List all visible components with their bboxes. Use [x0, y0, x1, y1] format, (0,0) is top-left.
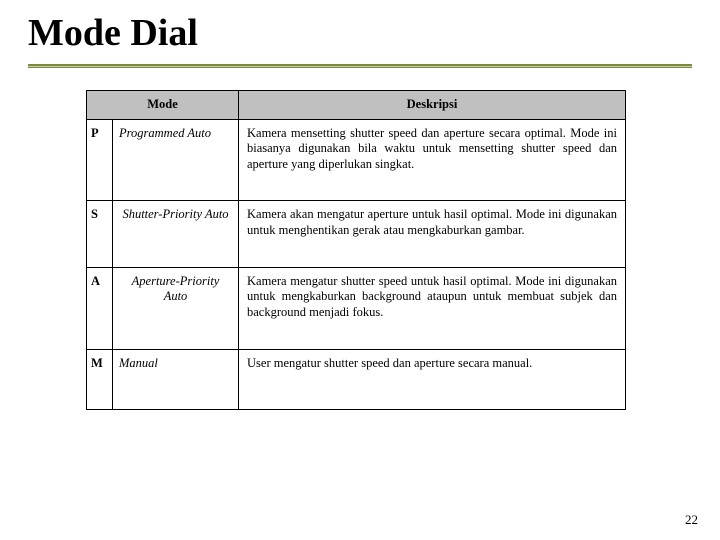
title-rule [28, 64, 692, 68]
table-row: S Shutter-Priority Auto Kamera akan meng… [87, 201, 626, 267]
mode-code: P [87, 119, 113, 201]
mode-name: Programmed Auto [113, 119, 239, 201]
mode-desc: User mengatur shutter speed dan aperture… [239, 349, 626, 410]
mode-desc: Kamera mengatur shutter speed untuk hasi… [239, 267, 626, 349]
header-mode: Mode [87, 90, 239, 119]
mode-code: S [87, 201, 113, 267]
header-deskripsi: Deskripsi [239, 90, 626, 119]
mode-name: Aperture-Priority Auto [113, 267, 239, 349]
mode-name: Shutter-Priority Auto [113, 201, 239, 267]
table-row: M Manual User mengatur shutter speed dan… [87, 349, 626, 410]
table-row: P Programmed Auto Kamera mensetting shut… [87, 119, 626, 201]
table-row: A Aperture-Priority Auto Kamera mengatur… [87, 267, 626, 349]
mode-name: Manual [113, 349, 239, 410]
mode-table: Mode Deskripsi P Programmed Auto Kamera … [86, 90, 626, 410]
table-header-row: Mode Deskripsi [87, 90, 626, 119]
page-number: 22 [685, 512, 698, 528]
mode-code: A [87, 267, 113, 349]
mode-desc: Kamera mensetting shutter speed dan aper… [239, 119, 626, 201]
mode-code: M [87, 349, 113, 410]
title-area: Mode Dial [28, 0, 692, 68]
mode-desc: Kamera akan mengatur aperture untuk hasi… [239, 201, 626, 267]
table-wrap: Mode Deskripsi P Programmed Auto Kamera … [28, 68, 692, 410]
page-title: Mode Dial [28, 14, 692, 54]
slide: Mode Dial Mode Deskripsi P Programmed Au… [0, 0, 720, 540]
